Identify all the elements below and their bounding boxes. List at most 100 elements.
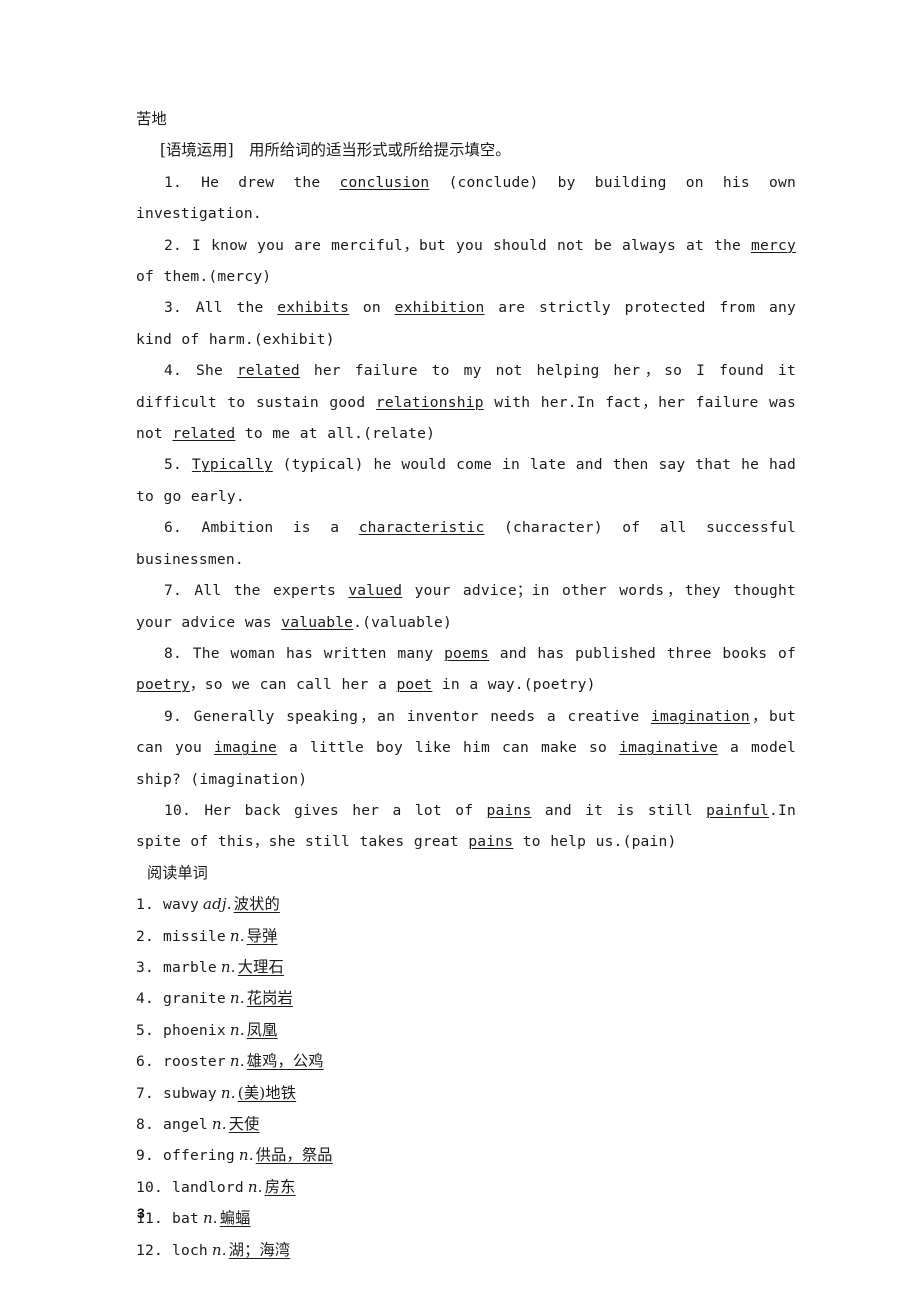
exercise-text: in a way.(poetry) xyxy=(432,676,596,694)
vocabulary-word: landlord xyxy=(171,1178,244,1196)
exercise-text: All the experts xyxy=(194,582,349,600)
vocabulary-number: 8. xyxy=(136,1116,154,1133)
exercise-text: to help us.(pain) xyxy=(513,833,677,851)
answer-blank: exhibition xyxy=(394,299,485,317)
exercise-text: Her back gives her a lot of xyxy=(204,801,487,819)
vocabulary-number: 10. xyxy=(136,1178,163,1196)
answer-blank: mercy xyxy=(751,236,796,254)
exercise-item: 10. Her back gives her a lot of pains an… xyxy=(136,795,796,858)
vocabulary-gloss: 大理石 xyxy=(237,957,284,976)
exercise-text: Ambition is a xyxy=(201,519,359,537)
exercise-text: He drew the xyxy=(201,173,340,191)
exercise-text: The woman has written many xyxy=(192,644,445,662)
exercise-item: 4. She related her failure to my not hel… xyxy=(136,355,796,449)
part-of-speech: n. xyxy=(202,1209,218,1228)
section-label: [语境运用] xyxy=(160,141,234,160)
vocabulary-word: phoenix xyxy=(162,1021,226,1039)
answer-blank: Typically xyxy=(191,456,273,474)
section-heading: [语境运用] 用所给词的适当形式或所给提示填空。 xyxy=(136,135,796,166)
vocabulary-word: wavy xyxy=(162,896,199,914)
vocabulary-gloss: 花岗岩 xyxy=(246,989,293,1008)
exercise-number: 1. xyxy=(164,173,182,191)
vocabulary-item: 7. subway n. (美)地铁 xyxy=(136,1078,796,1109)
vocabulary-number: 2. xyxy=(136,927,154,945)
vocabulary-gloss: 湖；海湾 xyxy=(228,1240,291,1259)
exercise-item: 9. Generally speaking，an inventor needs … xyxy=(136,701,796,795)
orphan-text-line: 苦地 xyxy=(136,110,167,128)
vocabulary-list: 1. wavy adj. 波状的 2. missile n. 导弹 3. marble n. 大… xyxy=(136,889,796,1266)
vocabulary-word: rooster xyxy=(162,1053,226,1071)
answer-blank: exhibits xyxy=(277,299,350,317)
vocabulary-item: 1. wavy adj. 波状的 xyxy=(136,889,796,920)
exercise-list: 1. He drew the conclusion (conclude) by … xyxy=(136,167,796,858)
answer-blank: pains xyxy=(486,801,532,819)
answer-blank: pains xyxy=(468,833,514,851)
answer-blank: imagination xyxy=(651,707,750,725)
vocabulary-number: 12. xyxy=(136,1241,163,1259)
exercise-item: 3. All the exhibits on exhibition are st… xyxy=(136,292,796,355)
vocabulary-gloss: 雄鸡，公鸡 xyxy=(246,1052,324,1071)
exercise-text: and has published three books of xyxy=(489,644,796,662)
vocabulary-word: marble xyxy=(162,958,217,976)
part-of-speech: n. xyxy=(229,989,245,1008)
answer-blank: relationship xyxy=(375,393,484,411)
answer-blank: imaginative xyxy=(619,739,718,757)
vocabulary-item: 2. missile n. 导弹 xyxy=(136,921,796,952)
vocabulary-gloss: 天使 xyxy=(228,1115,260,1133)
answer-blank: valuable xyxy=(281,613,354,631)
vocabulary-number: 3. xyxy=(136,958,154,976)
exercise-number: 10. xyxy=(164,801,191,819)
vocabulary-item: 10. landlord n. 房东 xyxy=(136,1172,796,1203)
exercise-text: .(valuable) xyxy=(353,613,453,631)
vocabulary-number: 7. xyxy=(136,1084,154,1102)
part-of-speech: n. xyxy=(238,1146,254,1165)
answer-blank: conclusion xyxy=(339,173,430,191)
vocabulary-number: 9. xyxy=(136,1147,154,1165)
vocabulary-gloss: 供品，祭品 xyxy=(255,1146,333,1165)
exercise-number: 9. xyxy=(164,707,182,725)
vocabulary-gloss: 房东 xyxy=(264,1177,296,1196)
exercise-number: 2. xyxy=(164,236,182,254)
answer-blank: poet xyxy=(396,676,433,694)
answer-blank: painful xyxy=(706,801,770,819)
exercise-text: of them.(mercy) xyxy=(136,268,272,286)
part-of-speech: n. xyxy=(211,1115,227,1133)
part-of-speech: n. xyxy=(229,1020,245,1039)
vocabulary-item: 4. granite n. 花岗岩 xyxy=(136,983,796,1014)
section-instruction: 用所给词的适当形式或所给提示填空。 xyxy=(248,141,511,160)
answer-blank: poetry xyxy=(136,676,190,694)
exercise-item: 6. Ambition is a characteristic (charact… xyxy=(136,512,796,575)
vocabulary-item: 8. angel n. 天使 xyxy=(136,1109,796,1140)
document-page: 苦地 [语境运用] 用所给词的适当形式或所给提示填空。 1. He drew t… xyxy=(0,0,920,1302)
exercise-text: All the xyxy=(195,299,278,317)
exercise-text: on xyxy=(349,299,395,317)
exercise-item: 2. I know you are merciful，but you shoul… xyxy=(136,230,796,293)
part-of-speech: n. xyxy=(229,926,245,945)
vocabulary-gloss: 导弹 xyxy=(246,926,278,945)
exercise-text: ，so we can call her a xyxy=(189,676,397,694)
vocabulary-gloss: 波状的 xyxy=(233,895,280,914)
exercise-number: 5. xyxy=(164,456,182,474)
part-of-speech: adj. xyxy=(202,895,232,914)
vocabulary-item: 11. bat n. 蝙蝠 xyxy=(136,1203,796,1234)
page-number: 3 xyxy=(137,1205,145,1221)
exercise-text: I know you are merciful，but you should n… xyxy=(192,236,752,254)
vocabulary-word: angel xyxy=(162,1116,208,1133)
exercise-number: 7. xyxy=(164,582,182,600)
part-of-speech: n. xyxy=(229,1052,245,1071)
exercise-item: 7. All the experts valued your advice；in… xyxy=(136,575,796,638)
vocabulary-item: 5. phoenix n. 凤凰 xyxy=(136,1015,796,1046)
part-of-speech: n. xyxy=(220,957,236,976)
part-of-speech: n. xyxy=(220,1083,236,1102)
answer-blank: characteristic xyxy=(358,519,485,537)
vocabulary-item: 9. offering n. 供品，祭品 xyxy=(136,1140,796,1171)
vocabulary-number: 1. xyxy=(136,896,154,914)
vocabulary-number: 5. xyxy=(136,1021,154,1039)
vocabulary-word: granite xyxy=(162,990,226,1008)
answer-blank: poems xyxy=(444,644,489,662)
exercise-text: a little boy like him can make so xyxy=(276,739,620,757)
vocabulary-word: missile xyxy=(162,927,226,945)
exercise-number: 6. xyxy=(164,519,182,537)
answer-blank: related xyxy=(236,362,300,380)
vocabulary-word: offering xyxy=(162,1147,235,1165)
